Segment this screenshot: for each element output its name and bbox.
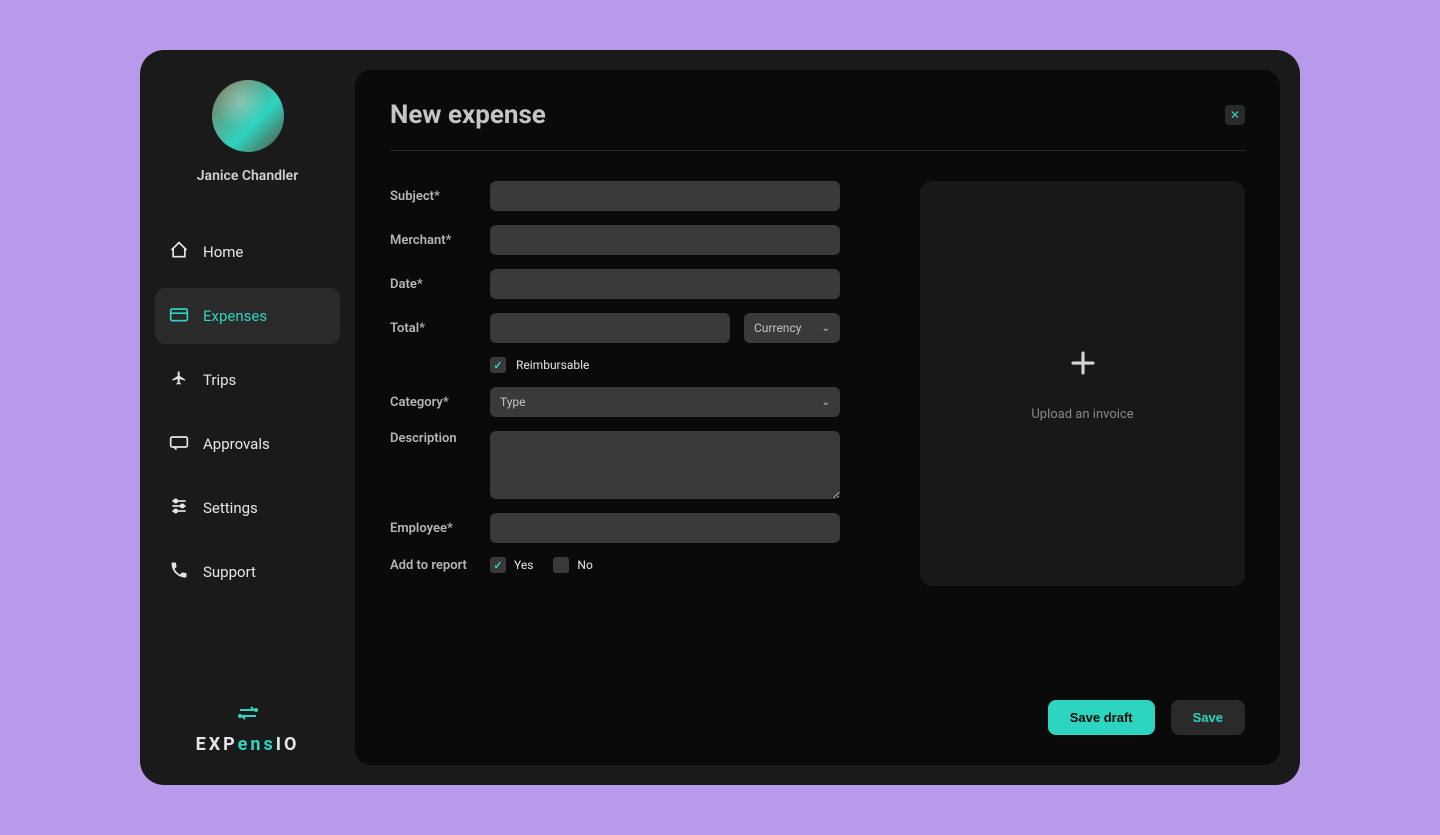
category-select[interactable]: Type ⌄ bbox=[490, 387, 840, 417]
form-row-merchant: Merchant* bbox=[390, 225, 840, 255]
phone-icon bbox=[169, 560, 189, 584]
sidebar-item-approvals[interactable]: Approvals bbox=[155, 416, 340, 472]
add-to-report-label: Add to report bbox=[390, 558, 490, 573]
logo-icon bbox=[155, 704, 340, 726]
total-input[interactable] bbox=[490, 313, 730, 343]
sidebar-item-trips[interactable]: Trips bbox=[155, 352, 340, 408]
subject-input[interactable] bbox=[490, 181, 840, 211]
home-icon bbox=[169, 240, 189, 264]
subject-label: Subject* bbox=[390, 189, 490, 204]
add-to-report-no-radio[interactable] bbox=[553, 557, 569, 573]
add-to-report-yes-radio[interactable] bbox=[490, 557, 506, 573]
upload-invoice-area[interactable]: Upload an invoice bbox=[920, 181, 1245, 586]
yes-label: Yes bbox=[514, 558, 533, 572]
employee-input[interactable] bbox=[490, 513, 840, 543]
avatar[interactable] bbox=[212, 80, 284, 152]
employee-label: Employee* bbox=[390, 521, 490, 536]
date-input[interactable] bbox=[490, 269, 840, 299]
total-label: Total* bbox=[390, 321, 490, 336]
form-row-add-to-report: Add to report Yes No bbox=[390, 557, 840, 573]
reimbursable-row: Reimbursable bbox=[390, 357, 840, 373]
sidebar-item-expenses[interactable]: Expenses bbox=[155, 288, 340, 344]
close-button[interactable]: ✕ bbox=[1225, 105, 1245, 125]
merchant-label: Merchant* bbox=[390, 233, 490, 248]
logo: EXPensIO bbox=[155, 704, 340, 765]
logo-text: EXPensIO bbox=[155, 734, 340, 755]
sidebar-item-label: Trips bbox=[203, 371, 236, 389]
content-card: New expense ✕ Subject* Merchant* bbox=[355, 70, 1280, 765]
form-row-employee: Employee* bbox=[390, 513, 840, 543]
category-placeholder: Type bbox=[500, 395, 526, 409]
page-title: New expense bbox=[390, 100, 546, 130]
reimbursable-label: Reimbursable bbox=[516, 358, 589, 372]
description-label: Description bbox=[390, 431, 490, 446]
sidebar-item-label: Support bbox=[203, 563, 256, 581]
form-left: Subject* Merchant* Date* Total* bbox=[390, 181, 840, 680]
sidebar-item-label: Expenses bbox=[203, 307, 267, 325]
form-row-subject: Subject* bbox=[390, 181, 840, 211]
save-button[interactable]: Save bbox=[1171, 700, 1245, 735]
form-row-total: Total* Currency ⌄ bbox=[390, 313, 840, 343]
sidebar-item-label: Settings bbox=[203, 499, 258, 517]
user-name: Janice Chandler bbox=[155, 168, 340, 184]
app-window: Janice Chandler Home Expenses Trips Appr… bbox=[140, 50, 1300, 785]
form-row-date: Date* bbox=[390, 269, 840, 299]
description-input[interactable] bbox=[490, 431, 840, 499]
chevron-down-icon: ⌄ bbox=[822, 397, 830, 408]
sidebar-item-label: Home bbox=[203, 243, 243, 261]
sidebar: Janice Chandler Home Expenses Trips Appr… bbox=[140, 50, 355, 785]
chevron-down-icon: ⌄ bbox=[822, 323, 830, 334]
card-header: New expense ✕ bbox=[390, 100, 1245, 151]
main-panel: New expense ✕ Subject* Merchant* bbox=[355, 50, 1300, 785]
form-row-description: Description bbox=[390, 431, 840, 499]
settings-icon bbox=[169, 496, 189, 520]
approvals-icon bbox=[169, 432, 189, 456]
sidebar-item-settings[interactable]: Settings bbox=[155, 480, 340, 536]
merchant-input[interactable] bbox=[490, 225, 840, 255]
form-body: Subject* Merchant* Date* Total* bbox=[390, 151, 1245, 680]
no-label: No bbox=[577, 558, 592, 572]
plus-icon bbox=[1068, 345, 1098, 387]
upload-text: Upload an invoice bbox=[1031, 407, 1133, 422]
sidebar-item-support[interactable]: Support bbox=[155, 544, 340, 600]
plane-icon bbox=[169, 368, 189, 392]
close-icon: ✕ bbox=[1230, 108, 1240, 122]
currency-placeholder: Currency bbox=[754, 321, 801, 335]
form-row-category: Category* Type ⌄ bbox=[390, 387, 840, 417]
category-label: Category* bbox=[390, 395, 490, 410]
reimbursable-checkbox[interactable] bbox=[490, 357, 506, 373]
credit-card-icon bbox=[169, 304, 189, 328]
sidebar-item-home[interactable]: Home bbox=[155, 224, 340, 280]
save-draft-button[interactable]: Save draft bbox=[1048, 700, 1155, 735]
date-label: Date* bbox=[390, 277, 490, 292]
sidebar-item-label: Approvals bbox=[203, 435, 270, 453]
currency-select[interactable]: Currency ⌄ bbox=[744, 313, 840, 343]
card-footer: Save draft Save bbox=[390, 680, 1245, 735]
